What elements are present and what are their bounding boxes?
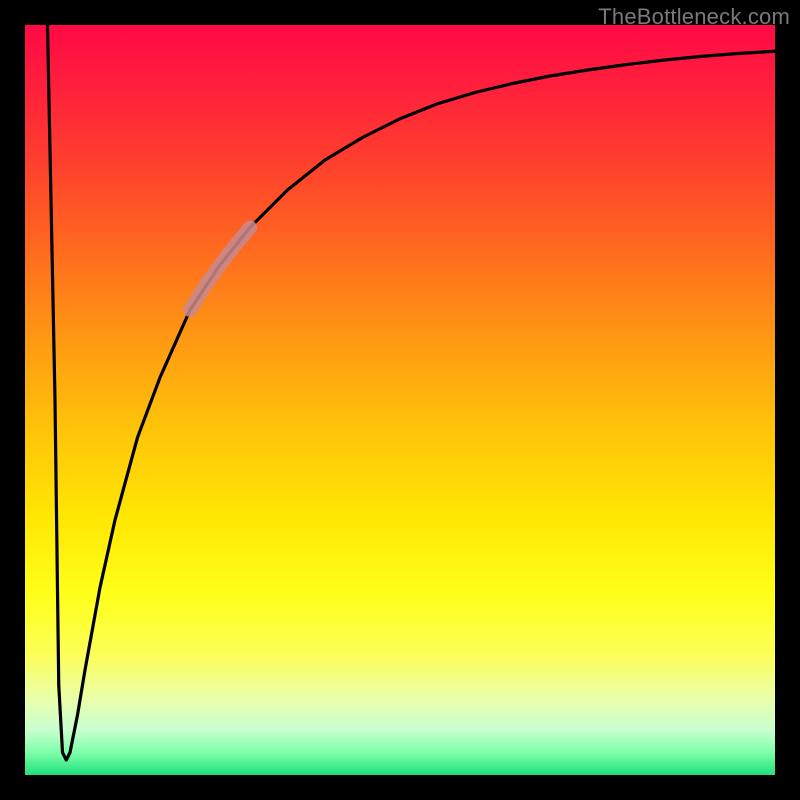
curve-svg: [25, 25, 775, 775]
highlight-segment-path: [190, 228, 250, 311]
chart-frame: TheBottleneck.com: [0, 0, 800, 800]
bottleneck-curve-path: [48, 25, 776, 760]
gradient-plot-area: [25, 25, 775, 775]
watermark-label: TheBottleneck.com: [598, 4, 790, 30]
